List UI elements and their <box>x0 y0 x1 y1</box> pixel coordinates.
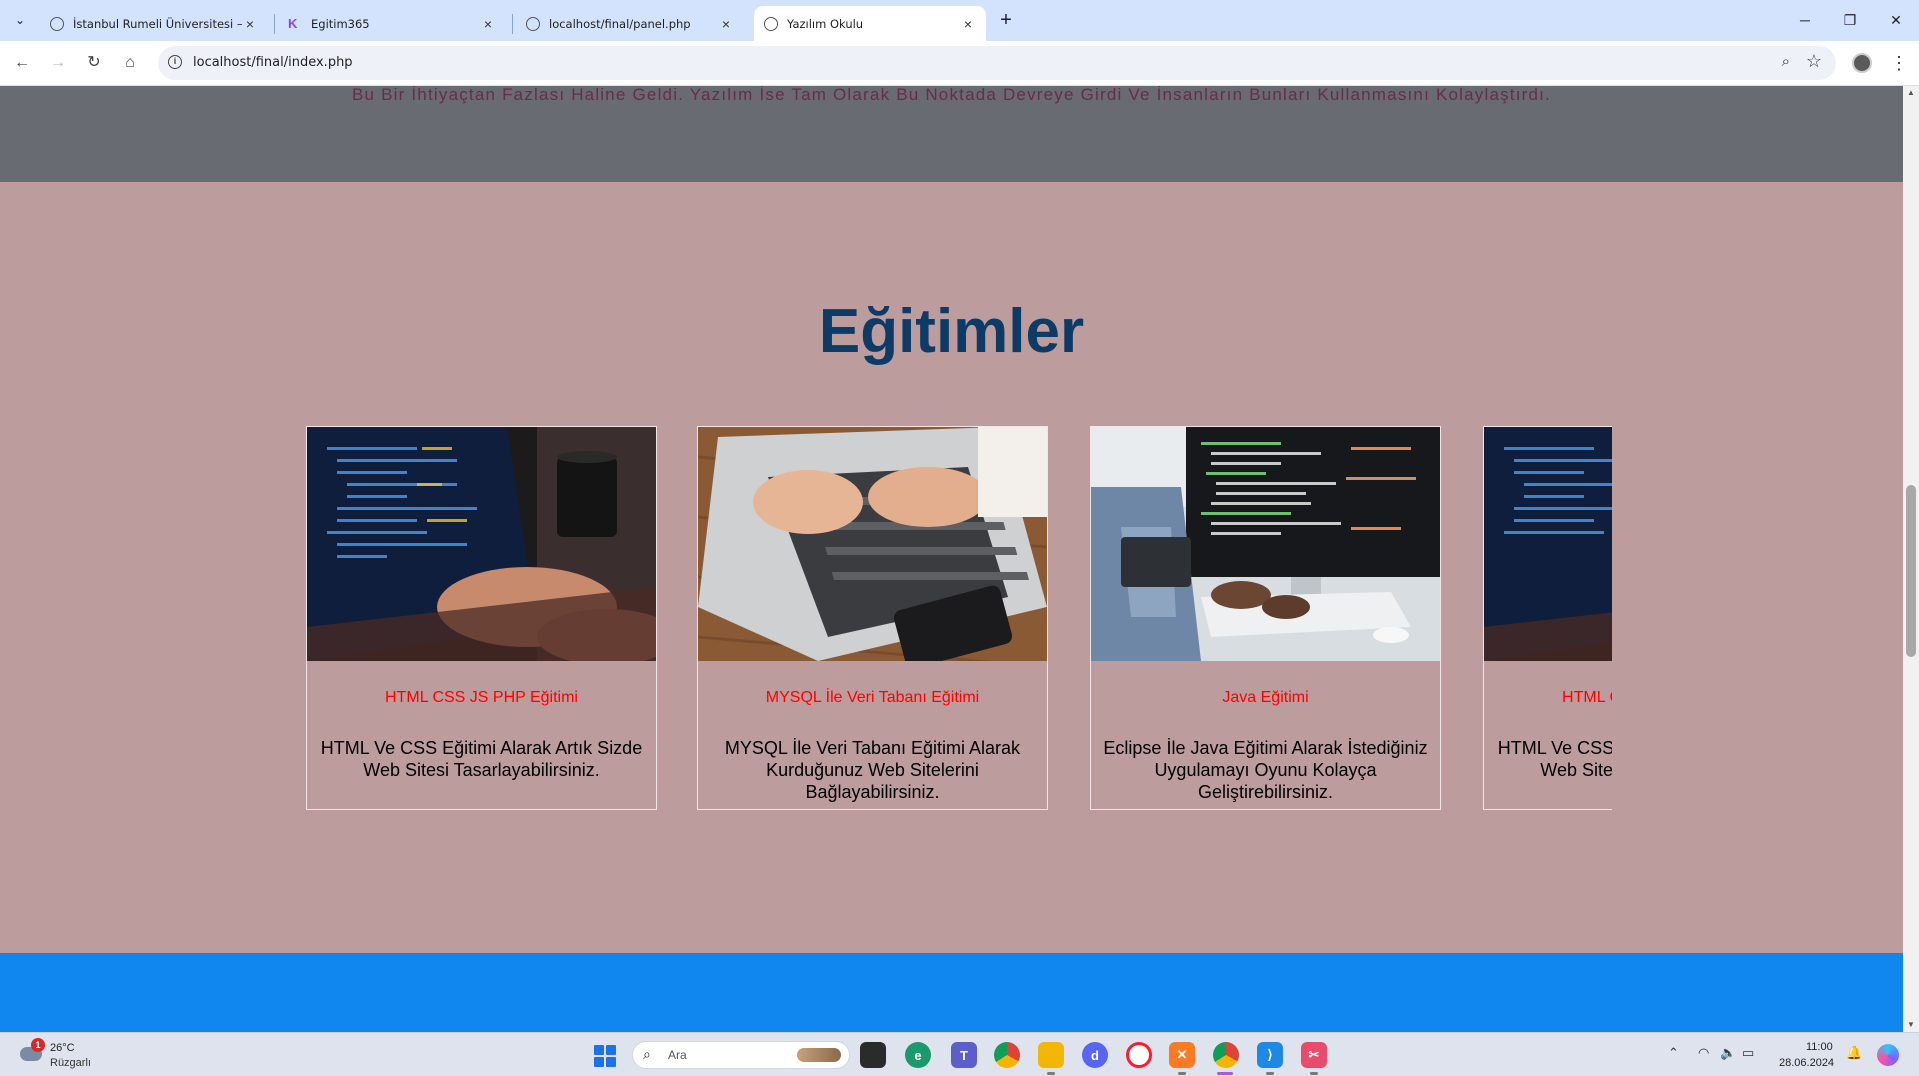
browser-tab-bar: ⌄ İstanbul Rumeli Üniversitesi – U × K E… <box>0 0 1919 41</box>
courses-section: Eğitimler HTML CSS JS PHP Eğitimi HTML V… <box>0 182 1903 953</box>
notification-badge: 1 <box>31 1038 45 1052</box>
wifi-icon[interactable]: ◠ <box>1698 1045 1709 1061</box>
course-card[interactable]: Java Eğitimi Eclipse İle Java Eğitimi Al… <box>1090 426 1441 810</box>
browser-toolbar: ← → ↻ ⌂ i localhost/final/index.php ⌕ ☆ … <box>0 41 1919 86</box>
teams-icon[interactable]: T <box>951 1042 977 1068</box>
minimize-icon[interactable]: ─ <box>1793 8 1817 32</box>
clock-date[interactable]: 28.06.2024 <box>1779 1057 1834 1069</box>
egitim365-logo-icon: K <box>288 15 298 31</box>
battery-icon[interactable]: ▭ <box>1742 1045 1754 1061</box>
scrollbar-thumb[interactable] <box>1906 485 1916 657</box>
vscode-icon[interactable]: ⟩ <box>1257 1042 1283 1068</box>
volume-icon[interactable]: 🔈 <box>1720 1045 1736 1061</box>
search-highlight-icon <box>797 1048 841 1062</box>
course-description: HTML Ve CSS Eğitimi Alarak Artık Sizde W… <box>320 738 643 780</box>
close-icon[interactable]: × <box>718 16 734 32</box>
chrome-icon[interactable] <box>994 1042 1020 1068</box>
scroll-down-icon[interactable]: ▼ <box>1903 1018 1919 1032</box>
clock-time[interactable]: 11:00 <box>1806 1041 1833 1053</box>
course-image-developer-desk <box>1091 427 1440 661</box>
copilot-icon[interactable] <box>1877 1044 1899 1066</box>
task-view-icon[interactable] <box>860 1042 886 1068</box>
site-info-icon[interactable]: i <box>168 55 182 69</box>
course-title[interactable]: HTML CSS JS PHP Eğitimi <box>1484 689 1612 707</box>
reload-icon[interactable]: ↻ <box>81 50 107 76</box>
weather-description[interactable]: Rüzgarlı <box>50 1057 91 1069</box>
course-card[interactable]: MYSQL İle Veri Tabanı Eğitimi MYSQL İle … <box>697 426 1048 810</box>
course-card[interactable]: HTML CSS JS PHP Eğitimi HTML Ve CSS Eğit… <box>1483 426 1612 810</box>
taskbar-search[interactable]: ⌕ Ara <box>632 1041 850 1069</box>
about-section: Bu Bir İhtiyaçtan Fazlası Haline Geldi. … <box>0 86 1903 182</box>
tab-title: Yazılım Okulu <box>787 16 864 31</box>
tab-title: İstanbul Rumeli Üniversitesi – U <box>73 16 242 31</box>
edge-icon[interactable]: e <box>905 1042 931 1068</box>
address-bar[interactable]: i localhost/final/index.php ⌕ ☆ <box>158 46 1836 80</box>
xampp-icon[interactable]: ✕ <box>1169 1042 1195 1068</box>
tab-separator <box>512 14 513 34</box>
weather-temperature[interactable]: 26°C <box>50 1042 75 1054</box>
running-indicator <box>1266 1072 1274 1075</box>
zoom-icon[interactable]: ⌕ <box>1782 53 1790 70</box>
course-title[interactable]: HTML CSS JS PHP Eğitimi <box>307 689 656 707</box>
browser-menu-icon[interactable]: ⋮ <box>1890 51 1908 75</box>
course-title[interactable]: MYSQL İle Veri Tabanı Eğitimi <box>698 689 1047 707</box>
active-indicator <box>1217 1072 1233 1075</box>
close-window-icon[interactable]: ✕ <box>1884 8 1908 32</box>
search-icon: ⌕ <box>643 1046 651 1062</box>
courses-slider[interactable]: HTML CSS JS PHP Eğitimi HTML Ve CSS Eğit… <box>306 426 1612 812</box>
course-title[interactable]: Java Eğitimi <box>1091 689 1440 707</box>
footer-section <box>0 953 1903 1032</box>
show-hidden-icons-chevron-icon[interactable]: ⌃ <box>1668 1045 1679 1061</box>
running-indicator <box>1047 1072 1055 1075</box>
tab-yazilim-okulu[interactable]: Yazılım Okulu × <box>754 6 986 41</box>
bookmark-star-icon[interactable]: ☆ <box>1806 51 1822 72</box>
notification-bell-icon[interactable]: 🔔 <box>1846 1045 1862 1061</box>
globe-icon <box>764 16 778 31</box>
tab-title: localhost/final/panel.php <box>549 16 691 31</box>
snipping-tool-icon[interactable]: ✂ <box>1301 1042 1327 1068</box>
tab-search-chevron-icon[interactable]: ⌄ <box>8 8 32 32</box>
address-url[interactable]: localhost/final/index.php <box>193 55 353 70</box>
running-indicator <box>1178 1072 1186 1075</box>
globe-icon <box>50 16 64 31</box>
tab-panel[interactable]: localhost/final/panel.php × <box>516 6 744 41</box>
about-text: Bu Bir İhtiyaçtan Fazlası Haline Geldi. … <box>351 86 1552 104</box>
courses-title: Eğitimler <box>818 297 1085 366</box>
restore-icon[interactable]: ❐ <box>1838 8 1862 32</box>
course-description: Eclipse İle Java Eğitimi Alarak İstediği… <box>1103 738 1428 802</box>
running-indicator <box>1310 1072 1318 1075</box>
close-icon[interactable]: × <box>242 16 258 32</box>
back-icon[interactable]: ← <box>9 50 35 76</box>
opera-icon[interactable] <box>1126 1042 1152 1068</box>
scroll-up-icon[interactable]: ▲ <box>1903 86 1919 100</box>
home-icon[interactable]: ⌂ <box>117 50 143 76</box>
close-icon[interactable]: × <box>960 16 976 32</box>
course-description: HTML Ve CSS Eğitimi Alarak Artık Sizde W… <box>1497 738 1612 780</box>
file-explorer-icon[interactable] <box>1038 1042 1064 1068</box>
course-card[interactable]: HTML CSS JS PHP Eğitimi HTML Ve CSS Eğit… <box>306 426 657 810</box>
windows-taskbar: 1 26°C Rüzgarlı ⌕ Ara e T d ✕ ⟩ ✂ ⌃ ◠ 🔈 … <box>0 1032 1919 1076</box>
course-image-laptop-code <box>1484 427 1612 661</box>
tab-egitim365[interactable]: K Egitim365 × <box>278 6 506 41</box>
new-tab-button[interactable]: + <box>994 9 1018 33</box>
tab-separator <box>274 14 275 34</box>
tab-title: Egitim365 <box>311 16 370 31</box>
forward-icon[interactable]: → <box>45 50 71 76</box>
chrome-active-icon[interactable] <box>1213 1042 1239 1068</box>
discord-icon[interactable]: d <box>1082 1042 1108 1068</box>
globe-icon <box>526 16 540 31</box>
windows-start-icon[interactable] <box>594 1045 616 1067</box>
course-image-laptop-code <box>307 427 656 661</box>
course-image-typing-laptop <box>698 427 1047 661</box>
profile-avatar[interactable] <box>1852 53 1872 73</box>
page-viewport: Bu Bir İhtiyaçtan Fazlası Haline Geldi. … <box>0 86 1919 1032</box>
course-description: MYSQL İle Veri Tabanı Eğitimi Alarak Kur… <box>724 738 1021 802</box>
page-scrollbar[interactable]: ▲ ▼ <box>1903 86 1919 1032</box>
close-icon[interactable]: × <box>480 16 496 32</box>
tab-istanbul-rumeli[interactable]: İstanbul Rumeli Üniversitesi – U × <box>40 6 268 41</box>
search-placeholder: Ara <box>668 1048 687 1062</box>
